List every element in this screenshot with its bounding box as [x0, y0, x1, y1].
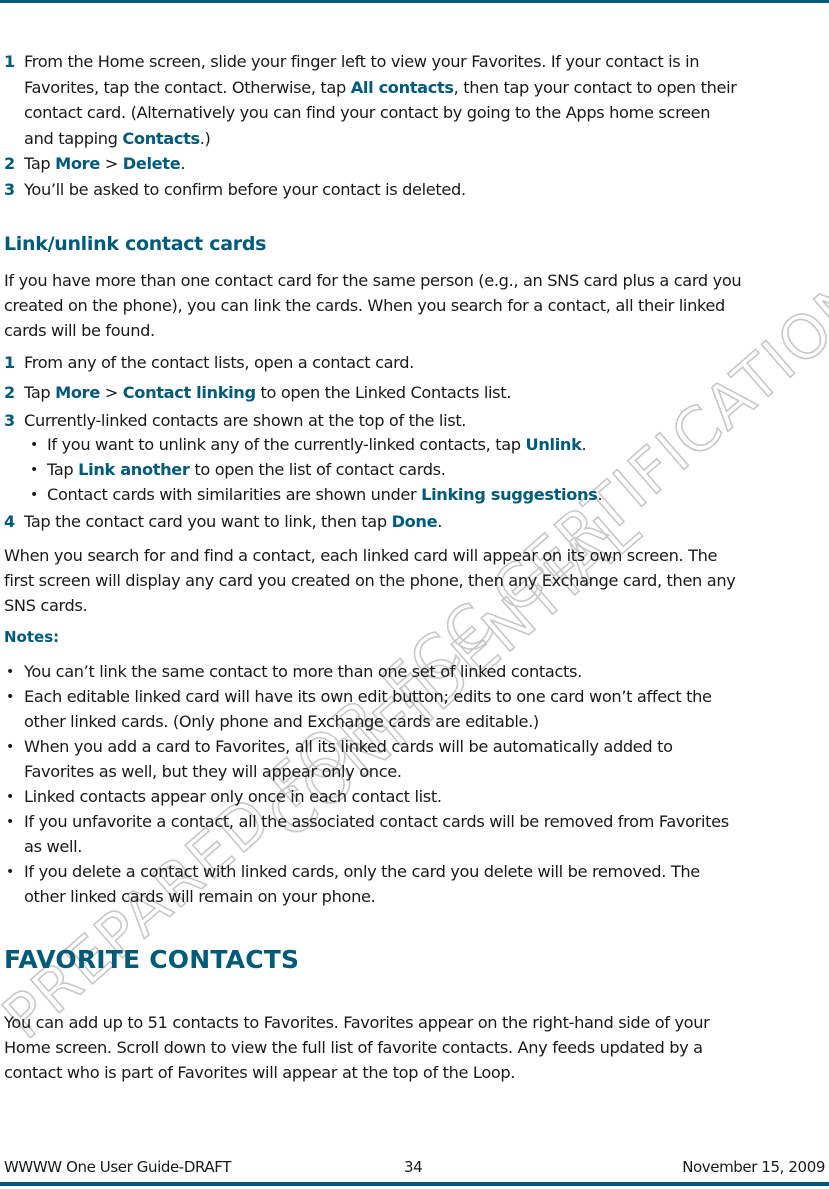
text-run: and tapping [24, 129, 123, 148]
search-line-3: SNS cards. [4, 596, 88, 615]
step-number: 3 [4, 180, 16, 199]
note-1-line-1: You can’t link the same contact to more … [24, 662, 582, 681]
step-3-line: You’ll be asked to confirm before your c… [24, 178, 466, 202]
ui-term-highlight: Contact linking [122, 383, 256, 402]
footer-rule [0, 1182, 829, 1186]
step-number: 4 [4, 512, 16, 531]
favorites-line-1: You can add up to 51 contacts to Favorit… [4, 1013, 710, 1032]
text-run: . [180, 154, 186, 173]
step-number: 2 [4, 383, 16, 402]
note-6-line-2: other linked cards will remain on your p… [24, 887, 376, 906]
header-rule [0, 0, 829, 3]
intro-line-1: If you have more than one contact card f… [4, 271, 742, 290]
text-run: From any of the contact lists, open a co… [24, 353, 414, 372]
text-run: , then tap your contact to open their [453, 78, 737, 97]
bullet-icon: • [30, 462, 39, 478]
notes-label: Notes: [4, 628, 60, 646]
section-heading-link-unlink: Link/unlink contact cards [4, 233, 267, 255]
text-run: Tap the contact card you want to link, t… [24, 512, 392, 531]
text-run: .) [199, 129, 211, 148]
bullet-icon: • [6, 689, 15, 705]
step-number: 3 [4, 411, 16, 430]
note-2-line-1: Each editable linked card will have its … [24, 687, 712, 706]
text-run: Favorites, tap the contact. Otherwise, t… [24, 78, 351, 97]
step-number: 2 [4, 154, 16, 173]
note-6-line-1: If you delete a contact with linked card… [24, 862, 700, 881]
text-run: . [581, 435, 587, 454]
bullet-icon: • [6, 789, 15, 805]
text-run: You’ll be asked to confirm before your c… [24, 180, 466, 199]
intro-line-3: cards will be found. [4, 321, 155, 340]
bullet-icon: • [6, 814, 15, 830]
text-run: . [597, 485, 603, 504]
favorites-line-3: contact who is part of Favorites will ap… [4, 1063, 516, 1082]
text-run: From the Home screen, slide your finger … [24, 52, 700, 71]
text-run: Tap [47, 460, 79, 479]
bullet-icon: • [6, 739, 15, 755]
bullet-icon: • [30, 487, 39, 503]
ui-term-highlight: Contacts [122, 129, 200, 148]
text-run: Tap [24, 383, 56, 402]
step-1-line-1: From the Home screen, slide your finger … [24, 50, 700, 74]
step-1-line-3: contact card. (Alternatively you can fin… [24, 101, 711, 125]
link-step-2: Tap More > Contact linking to open the L… [24, 381, 511, 405]
search-line-2: first screen will display any card you c… [4, 571, 736, 590]
bullet-icon: • [30, 437, 39, 453]
text-run: Tap [24, 154, 56, 173]
search-line-1: When you search for and find a contact, … [4, 546, 718, 565]
note-5-line-1: If you unfavorite a contact, all the ass… [24, 812, 729, 831]
text-run: . [437, 512, 443, 531]
section-heading-favorite-contacts: FAVORITE CONTACTS [4, 945, 300, 974]
note-3-line-2: Favorites as well, but they will appear … [24, 762, 402, 781]
note-5-line-2: as well. [24, 837, 83, 856]
link-step-1: From any of the contact lists, open a co… [24, 351, 414, 375]
text-run: Currently-linked contacts are shown at t… [24, 411, 467, 430]
note-4-line-1: Linked contacts appear only once in each… [24, 787, 442, 806]
ui-term-highlight: Unlink [525, 435, 582, 454]
ui-term-highlight: Delete [122, 154, 181, 173]
link-step-3: Currently-linked contacts are shown at t… [24, 409, 466, 433]
step-1-line-2: Favorites, tap the contact. Otherwise, t… [24, 76, 737, 100]
bullet-icon: • [6, 864, 15, 880]
ui-term-highlight: Link another [78, 460, 190, 479]
sub-bullet-1: If you want to unlink any of the current… [47, 433, 587, 457]
footer-title: WWWW One User Guide-DRAFT [4, 1158, 231, 1176]
text-run: > [99, 383, 123, 402]
note-2-line-2: other linked cards. (Only phone and Exch… [24, 712, 539, 731]
step-2-line: Tap More > Delete. [24, 152, 185, 176]
text-run: to open the Linked Contacts list. [255, 383, 512, 402]
intro-line-2: created on the phone), you can link the … [4, 296, 725, 315]
ui-term-highlight: All contacts [350, 78, 454, 97]
text-run: > [99, 154, 123, 173]
note-3-line-1: When you add a card to Favorites, all it… [24, 737, 673, 756]
footer-page-number: 34 [404, 1158, 423, 1176]
step-number: 1 [4, 353, 16, 372]
ui-term-highlight: Done [391, 512, 438, 531]
ui-term-highlight: More [55, 383, 100, 402]
sub-bullet-2: Tap Link another to open the list of con… [47, 458, 446, 482]
ui-term-highlight: Linking suggestions [421, 485, 598, 504]
text-run: contact card. (Alternatively you can fin… [24, 103, 711, 122]
sub-bullet-3: Contact cards with similarities are show… [47, 483, 603, 507]
favorites-line-2: Home screen. Scroll down to view the ful… [4, 1038, 703, 1057]
ui-term-highlight: More [55, 154, 100, 173]
step-number: 1 [4, 52, 16, 71]
bullet-icon: • [6, 664, 15, 680]
footer-date: November 15, 2009 [682, 1158, 825, 1176]
text-run: to open the list of contact cards. [189, 460, 446, 479]
step-1-line-4: and tapping Contacts.) [24, 127, 211, 151]
link-step-4: Tap the contact card you want to link, t… [24, 510, 442, 534]
text-run: Contact cards with similarities are show… [47, 485, 422, 504]
text-run: If you want to unlink any of the current… [47, 435, 526, 454]
